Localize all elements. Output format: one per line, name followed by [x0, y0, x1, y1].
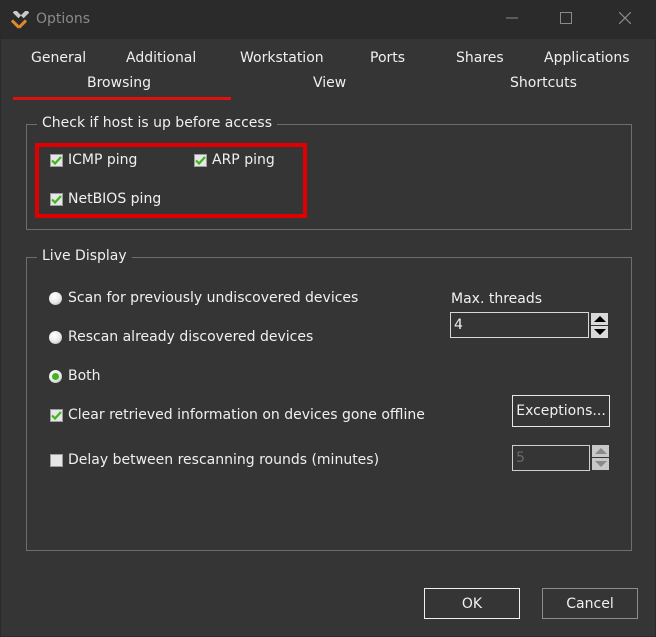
delay-label: Delay between rescanning rounds (minutes… — [68, 452, 380, 468]
arp-ping-label: ARP ping — [212, 152, 275, 168]
live-display-legend: Live Display — [37, 248, 132, 264]
title-bar[interactable]: Options — [1, 1, 656, 39]
tab-shortcuts[interactable]: Shortcuts — [510, 75, 577, 91]
tab-ports[interactable]: Ports — [370, 50, 405, 66]
arrow-up-icon — [594, 448, 607, 454]
radio-unselected-icon — [49, 291, 62, 305]
radio-both-label: Both — [68, 368, 101, 384]
icmp-ping-label: ICMP ping — [68, 152, 138, 168]
radio-selected-icon — [49, 369, 62, 383]
tab-shares[interactable]: Shares — [456, 50, 504, 66]
maximize-icon — [560, 12, 572, 28]
ok-button[interactable]: OK — [424, 588, 520, 619]
arp-ping-checkbox[interactable]: ARP ping — [194, 152, 275, 168]
delay-minutes-input[interactable] — [512, 445, 590, 471]
netbios-ping-checkbox[interactable]: NetBIOS ping — [50, 191, 161, 207]
radio-scan-undiscovered-label: Scan for previously undiscovered devices — [68, 290, 359, 306]
netbios-ping-label: NetBIOS ping — [68, 191, 162, 207]
radio-unselected-icon — [49, 330, 62, 344]
checkbox-checked-icon — [50, 408, 63, 422]
checkbox-unchecked-icon — [50, 453, 63, 467]
delay-checkbox[interactable]: Delay between rescanning rounds (minutes… — [50, 452, 379, 468]
clear-offline-label: Clear retrieved information on devices g… — [68, 407, 425, 423]
arrow-down-icon — [593, 329, 606, 335]
exceptions-button[interactable]: Exceptions... — [512, 395, 610, 427]
tab-additional[interactable]: Additional — [126, 50, 196, 66]
checkbox-checked-icon — [194, 153, 207, 167]
tab-applications[interactable]: Applications — [544, 50, 630, 66]
minimize-icon — [506, 12, 518, 28]
cancel-button[interactable]: Cancel — [542, 588, 638, 619]
delay-decrement-button[interactable] — [592, 458, 609, 470]
clear-offline-checkbox[interactable]: Clear retrieved information on devices g… — [50, 407, 425, 423]
minimize-button[interactable] — [489, 1, 535, 39]
max-threads-label: Max. threads — [451, 291, 543, 307]
window-title: Options — [36, 11, 91, 27]
host-check-legend: Check if host is up before access — [37, 115, 277, 131]
tab-workstation[interactable]: Workstation — [240, 50, 324, 66]
maximize-button[interactable] — [543, 1, 589, 39]
icmp-ping-checkbox[interactable]: ICMP ping — [50, 152, 137, 168]
close-button[interactable] — [602, 1, 648, 39]
max-threads-increment-button[interactable] — [591, 313, 608, 325]
tab-view[interactable]: View — [313, 75, 346, 91]
active-tab-indicator — [13, 97, 231, 100]
radio-both[interactable]: Both — [49, 368, 101, 384]
max-threads-input[interactable] — [450, 312, 589, 338]
checkbox-checked-icon — [50, 153, 63, 167]
delay-increment-button[interactable] — [592, 445, 609, 457]
radio-rescan-discovered-label: Rescan already discovered devices — [68, 329, 314, 345]
arrow-up-icon — [593, 316, 606, 322]
max-threads-decrement-button[interactable] — [591, 326, 608, 338]
tools-icon — [10, 9, 31, 29]
tab-general[interactable]: General — [31, 50, 86, 66]
checkbox-checked-icon — [50, 192, 63, 206]
close-icon — [618, 11, 632, 28]
options-dialog: Options General Additional Workstation P… — [0, 0, 656, 637]
radio-scan-undiscovered[interactable]: Scan for previously undiscovered devices — [49, 290, 358, 306]
tab-browsing[interactable]: Browsing — [87, 75, 151, 91]
radio-rescan-discovered[interactable]: Rescan already discovered devices — [49, 329, 313, 345]
arrow-down-icon — [594, 461, 607, 467]
